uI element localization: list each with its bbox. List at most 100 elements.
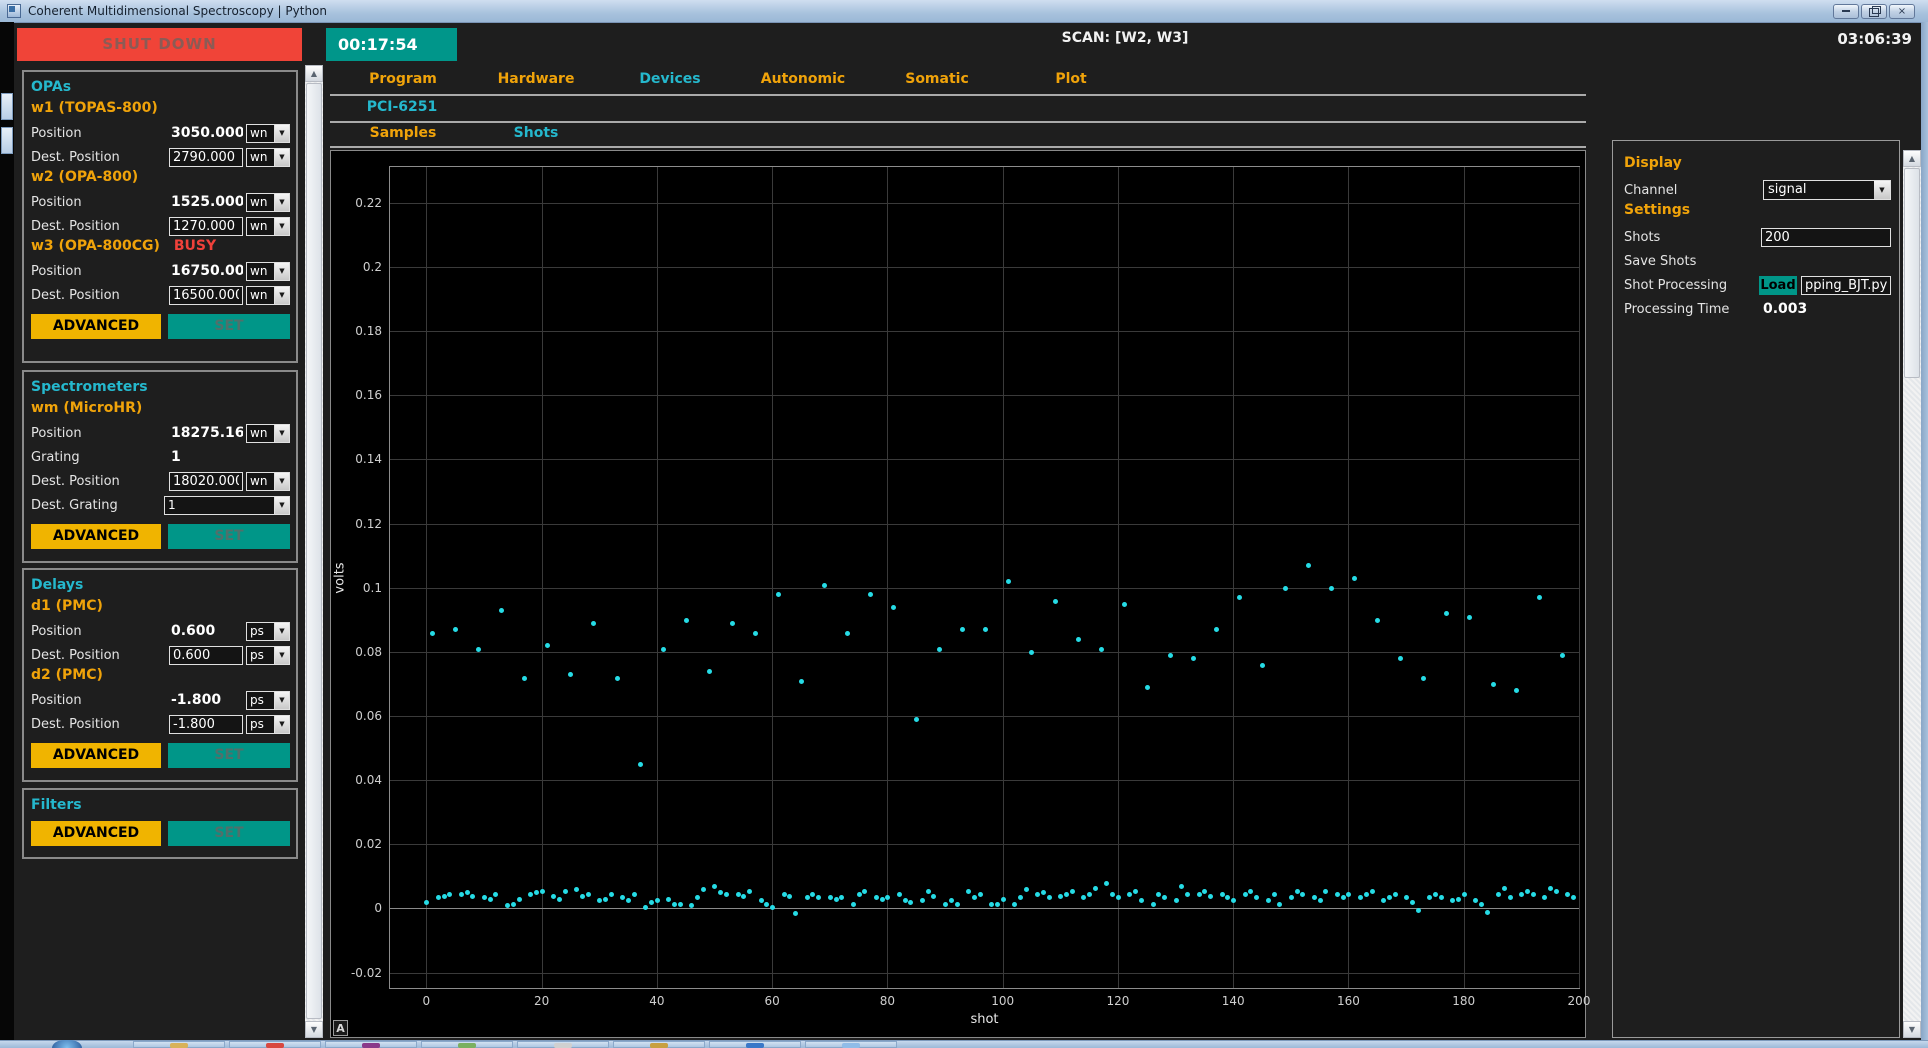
taskbar-button[interactable] bbox=[229, 1041, 321, 1048]
gridline bbox=[390, 588, 1579, 589]
units-value: wn bbox=[247, 425, 274, 442]
data-point bbox=[880, 897, 885, 902]
scrollbar-thumb[interactable] bbox=[1904, 168, 1920, 378]
channel-label: Channel bbox=[1624, 183, 1763, 198]
units-dropdown[interactable]: ps▼ bbox=[246, 646, 290, 665]
dest-position-input[interactable] bbox=[169, 286, 243, 305]
tab-samples[interactable]: Samples bbox=[370, 125, 437, 141]
tab-hardware[interactable]: Hardware bbox=[498, 71, 575, 87]
data-point bbox=[655, 898, 660, 903]
units-dropdown[interactable]: wn▼ bbox=[246, 193, 290, 212]
advanced-button[interactable]: ADVANCED bbox=[31, 743, 161, 768]
chevron-down-icon[interactable]: ▼ bbox=[274, 218, 289, 235]
units-dropdown[interactable]: wn▼ bbox=[246, 424, 290, 443]
units-dropdown[interactable]: wn▼ bbox=[246, 472, 290, 491]
chevron-down-icon[interactable]: ▼ bbox=[274, 716, 289, 733]
tab-plot[interactable]: Plot bbox=[1055, 71, 1086, 87]
tab-pci-6251[interactable]: PCI-6251 bbox=[367, 99, 438, 115]
settings-scrollbar[interactable]: ▲ ▼ bbox=[1903, 150, 1921, 1038]
dest-position-input[interactable] bbox=[169, 715, 243, 734]
autoscale-button[interactable]: A bbox=[333, 1020, 348, 1036]
data-point bbox=[851, 902, 856, 907]
data-point bbox=[1168, 653, 1173, 658]
scroll-up-icon[interactable]: ▲ bbox=[305, 65, 323, 82]
scrollbar-thumb[interactable] bbox=[306, 83, 322, 1019]
data-point bbox=[603, 897, 608, 902]
taskbar-button[interactable] bbox=[709, 1041, 801, 1048]
units-dropdown[interactable]: wn▼ bbox=[246, 217, 290, 236]
chevron-down-icon[interactable]: ▼ bbox=[1874, 181, 1890, 199]
units-dropdown[interactable]: ps▼ bbox=[246, 691, 290, 710]
data-point bbox=[1162, 895, 1167, 900]
shutdown-button[interactable]: SHUT DOWN bbox=[17, 28, 302, 61]
set-button[interactable]: SET bbox=[168, 821, 290, 846]
chevron-down-icon[interactable]: ▼ bbox=[274, 425, 289, 442]
x-tick-label: 0 bbox=[422, 994, 430, 1008]
tab-somatic[interactable]: Somatic bbox=[905, 71, 969, 87]
scan-status: SCAN: [W2, W3] bbox=[1062, 30, 1189, 46]
dest-position-input[interactable] bbox=[169, 148, 243, 167]
chevron-down-icon[interactable]: ▼ bbox=[274, 287, 289, 304]
load-button[interactable]: Load bbox=[1759, 276, 1797, 295]
start-button[interactable] bbox=[52, 1040, 82, 1048]
data-point bbox=[816, 895, 821, 900]
data-point bbox=[672, 902, 677, 907]
tab-program[interactable]: Program bbox=[369, 71, 437, 87]
units-dropdown[interactable]: ps▼ bbox=[246, 715, 290, 734]
taskbar-button[interactable] bbox=[805, 1041, 897, 1048]
data-point bbox=[1133, 889, 1138, 894]
gridline bbox=[657, 167, 658, 988]
chevron-down-icon[interactable]: ▼ bbox=[274, 125, 289, 142]
chevron-down-icon[interactable]: ▼ bbox=[274, 497, 289, 514]
chevron-down-icon[interactable]: ▼ bbox=[274, 263, 289, 280]
chevron-down-icon[interactable]: ▼ bbox=[274, 194, 289, 211]
taskbar-button[interactable] bbox=[517, 1041, 609, 1048]
scroll-down-icon[interactable]: ▼ bbox=[305, 1021, 323, 1038]
window-title: Coherent Multidimensional Spectroscopy |… bbox=[28, 4, 327, 18]
dest-grating-dropdown[interactable]: 1▼ bbox=[164, 496, 290, 515]
set-button[interactable]: SET bbox=[168, 743, 290, 768]
chevron-down-icon[interactable]: ▼ bbox=[274, 473, 289, 490]
set-button[interactable]: SET bbox=[168, 314, 290, 339]
processing-file-input[interactable] bbox=[1801, 276, 1891, 295]
chevron-down-icon[interactable]: ▼ bbox=[274, 692, 289, 709]
units-dropdown[interactable]: wn▼ bbox=[246, 262, 290, 281]
y-tick-label: 0.18 bbox=[355, 324, 382, 338]
data-point bbox=[1254, 895, 1259, 900]
taskbar-button[interactable] bbox=[325, 1041, 417, 1048]
tab-shots[interactable]: Shots bbox=[514, 125, 559, 141]
advanced-button[interactable]: ADVANCED bbox=[31, 821, 161, 846]
units-dropdown[interactable]: ps▼ bbox=[246, 622, 290, 641]
chevron-down-icon[interactable]: ▼ bbox=[274, 149, 289, 166]
taskbar-button[interactable] bbox=[613, 1041, 705, 1048]
advanced-button[interactable]: ADVANCED bbox=[31, 524, 161, 549]
units-dropdown[interactable]: wn▼ bbox=[246, 286, 290, 305]
set-button[interactable]: SET bbox=[168, 524, 290, 549]
tab-autonomic[interactable]: Autonomic bbox=[761, 71, 845, 87]
dest-position-input[interactable] bbox=[169, 646, 243, 665]
chevron-down-icon[interactable]: ▼ bbox=[274, 647, 289, 664]
data-point bbox=[857, 892, 862, 897]
sidebar-scrollbar[interactable]: ▲ ▼ bbox=[305, 65, 323, 1038]
restore-button[interactable] bbox=[1861, 4, 1887, 19]
shots-input[interactable] bbox=[1761, 228, 1891, 247]
units-value: wn bbox=[247, 473, 274, 490]
data-point bbox=[1272, 892, 1277, 897]
minimize-button[interactable] bbox=[1833, 4, 1859, 19]
restore-icon bbox=[1869, 8, 1879, 17]
dest-position-input[interactable] bbox=[169, 472, 243, 491]
chevron-down-icon[interactable]: ▼ bbox=[274, 623, 289, 640]
advanced-button[interactable]: ADVANCED bbox=[31, 314, 161, 339]
channel-dropdown[interactable]: signal▼ bbox=[1763, 180, 1891, 200]
dest-position-input[interactable] bbox=[169, 217, 243, 236]
taskbar-button[interactable] bbox=[133, 1041, 225, 1048]
taskbar-button[interactable] bbox=[421, 1041, 513, 1048]
units-dropdown[interactable]: wn▼ bbox=[246, 124, 290, 143]
tab-devices[interactable]: Devices bbox=[639, 71, 700, 87]
units-dropdown[interactable]: wn▼ bbox=[246, 148, 290, 167]
scroll-down-icon[interactable]: ▼ bbox=[1903, 1021, 1921, 1038]
close-button[interactable]: × bbox=[1889, 4, 1915, 19]
data-point bbox=[1174, 898, 1179, 903]
data-point bbox=[1208, 894, 1213, 899]
scroll-up-icon[interactable]: ▲ bbox=[1903, 150, 1921, 167]
